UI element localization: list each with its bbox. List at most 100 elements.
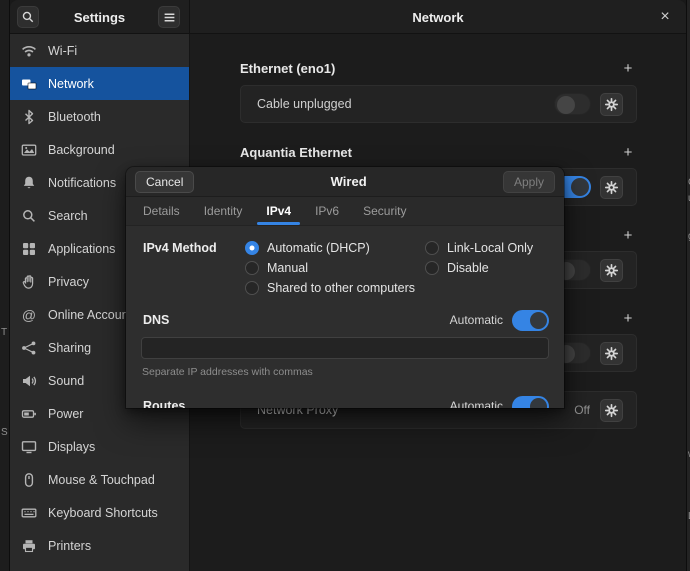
- keyboard-icon: [21, 508, 37, 517]
- settings-window: Settings Network × Wi-Fi Network Bluetoo…: [10, 0, 686, 571]
- apply-button[interactable]: Apply: [502, 170, 555, 193]
- radio-icon: [245, 261, 259, 275]
- sidebar-item-printers[interactable]: Printers: [10, 529, 189, 562]
- search-button[interactable]: [17, 6, 39, 28]
- sidebar-item-keyboard-shortcuts[interactable]: Keyboard Shortcuts: [10, 496, 189, 529]
- radio-option-link-local[interactable]: Link-Local Only: [425, 241, 533, 255]
- bluetooth-icon: [25, 109, 34, 124]
- sidebar-item-label: Network: [48, 76, 94, 91]
- sidebar-item-label: Displays: [48, 439, 96, 454]
- sidebar-item-label: Background: [48, 142, 115, 157]
- gear-icon: [604, 346, 619, 360]
- clipped-text: S: [1, 427, 8, 438]
- sidebar-item-label: Printers: [48, 538, 92, 553]
- connection-settings-button[interactable]: [600, 258, 623, 282]
- toggle-knob: [530, 311, 547, 329]
- battery-icon: [21, 409, 36, 418]
- dns-row: DNS Automatic: [143, 309, 549, 331]
- method-options-column-1: Automatic (DHCP) Manual Shared to other …: [245, 241, 415, 301]
- wifi-icon: [22, 45, 36, 56]
- sidebar-item-label: Power: [48, 406, 84, 421]
- tab-identity[interactable]: Identity: [192, 197, 255, 225]
- page-title: Network: [412, 9, 464, 25]
- menu-button[interactable]: [158, 6, 180, 28]
- radio-label: Disable: [447, 261, 489, 275]
- tab-ipv4[interactable]: IPv4: [254, 197, 303, 225]
- desktop-screen: T S C u g w L Settings Network ×: [0, 0, 690, 571]
- sidebar-item-label: Sharing: [48, 340, 92, 355]
- routes-automatic-label: Automatic: [449, 399, 503, 408]
- search-icon: [23, 209, 35, 222]
- connection-settings-button[interactable]: [600, 341, 623, 365]
- radio-option-automatic-dhcp[interactable]: Automatic (DHCP): [245, 241, 415, 255]
- sidebar-item-label: Sound: [48, 373, 85, 388]
- section-header-aquantia: Aquantia Ethernet +: [240, 144, 637, 161]
- dialog-tab-bar: Details Identity IPv4 IPv6 Security: [126, 197, 564, 226]
- radio-option-shared[interactable]: Shared to other computers: [245, 281, 415, 295]
- sidebar-item-mouse-touchpad[interactable]: Mouse & Touchpad: [10, 463, 189, 496]
- proxy-settings-button[interactable]: [600, 398, 623, 422]
- radio-icon: [245, 281, 259, 295]
- add-connection-button[interactable]: +: [619, 310, 637, 327]
- method-options-column-2: Link-Local Only Disable: [425, 241, 533, 281]
- connection-toggle[interactable]: [554, 93, 591, 115]
- network-icon: [22, 79, 37, 89]
- dns-automatic-label: Automatic: [449, 313, 503, 327]
- section-title: Ethernet (eno1): [240, 61, 336, 76]
- dns-servers-input[interactable]: [141, 337, 549, 359]
- sidebar-item-displays[interactable]: Displays: [10, 430, 189, 463]
- sidebar-item-wifi[interactable]: Wi-Fi: [10, 34, 189, 67]
- clipped-text: T: [1, 327, 8, 338]
- background-window-left-edge: T S: [0, 0, 10, 571]
- toggle-knob: [571, 178, 589, 196]
- dns-label: DNS: [143, 313, 170, 327]
- monitor-icon: [21, 440, 37, 453]
- connection-row-cable-unplugged: Cable unplugged: [240, 85, 637, 123]
- cancel-button[interactable]: Cancel: [135, 170, 195, 193]
- tab-security[interactable]: Security: [351, 197, 418, 225]
- background-icon: [21, 144, 37, 156]
- printer-icon: [23, 539, 35, 552]
- ipv4-tab-panel: IPv4 Method Automatic (DHCP) Manual Shar…: [126, 226, 564, 408]
- dialog-headerbar: Cancel Wired Apply: [126, 167, 564, 197]
- routes-label: Routes: [143, 399, 186, 408]
- radio-option-manual[interactable]: Manual: [245, 261, 415, 275]
- headerbar-sidebar-section: Settings: [10, 0, 190, 33]
- section-header-ethernet: Ethernet (eno1) +: [240, 60, 637, 77]
- add-connection-button[interactable]: +: [619, 144, 637, 161]
- share-icon: [22, 341, 36, 354]
- bell-icon: [23, 176, 35, 188]
- dns-automatic-toggle[interactable]: [512, 309, 549, 331]
- sidebar-item-label: Mouse & Touchpad: [48, 472, 155, 487]
- connection-settings-button[interactable]: [600, 175, 623, 199]
- at-icon: @: [21, 306, 37, 323]
- sidebar-item-network[interactable]: Network: [10, 67, 189, 100]
- tab-details[interactable]: Details: [131, 197, 192, 225]
- section-title: Aquantia Ethernet: [240, 145, 352, 160]
- close-button[interactable]: ×: [654, 6, 676, 28]
- routes-automatic-toggle[interactable]: [512, 395, 549, 408]
- add-connection-button[interactable]: +: [619, 60, 637, 77]
- gear-icon: [604, 180, 619, 194]
- sidebar-item-label: Bluetooth: [48, 109, 101, 124]
- gear-icon: [604, 97, 619, 111]
- gear-icon: [604, 263, 619, 277]
- sidebar-item-background[interactable]: Background: [10, 133, 189, 166]
- search-icon: [22, 11, 34, 23]
- radio-icon: [425, 241, 439, 255]
- add-connection-button[interactable]: +: [619, 227, 637, 244]
- dialog-title: Wired: [330, 174, 367, 189]
- radio-option-disable[interactable]: Disable: [425, 261, 533, 275]
- connection-settings-button[interactable]: [600, 92, 623, 116]
- sidebar-item-label: Notifications: [48, 175, 117, 190]
- connection-label: Cable unplugged: [257, 97, 352, 111]
- hand-icon: [22, 274, 34, 289]
- wired-dialog: Cancel Wired Apply Details Identity IPv4…: [126, 167, 564, 408]
- radio-label: Shared to other computers: [267, 281, 415, 295]
- ipv4-method-label: IPv4 Method: [143, 241, 217, 255]
- mouse-icon: [24, 472, 34, 487]
- gear-icon: [604, 403, 619, 417]
- tab-ipv6[interactable]: IPv6: [303, 197, 351, 225]
- sidebar-item-bluetooth[interactable]: Bluetooth: [10, 100, 189, 133]
- close-icon: ×: [660, 8, 670, 25]
